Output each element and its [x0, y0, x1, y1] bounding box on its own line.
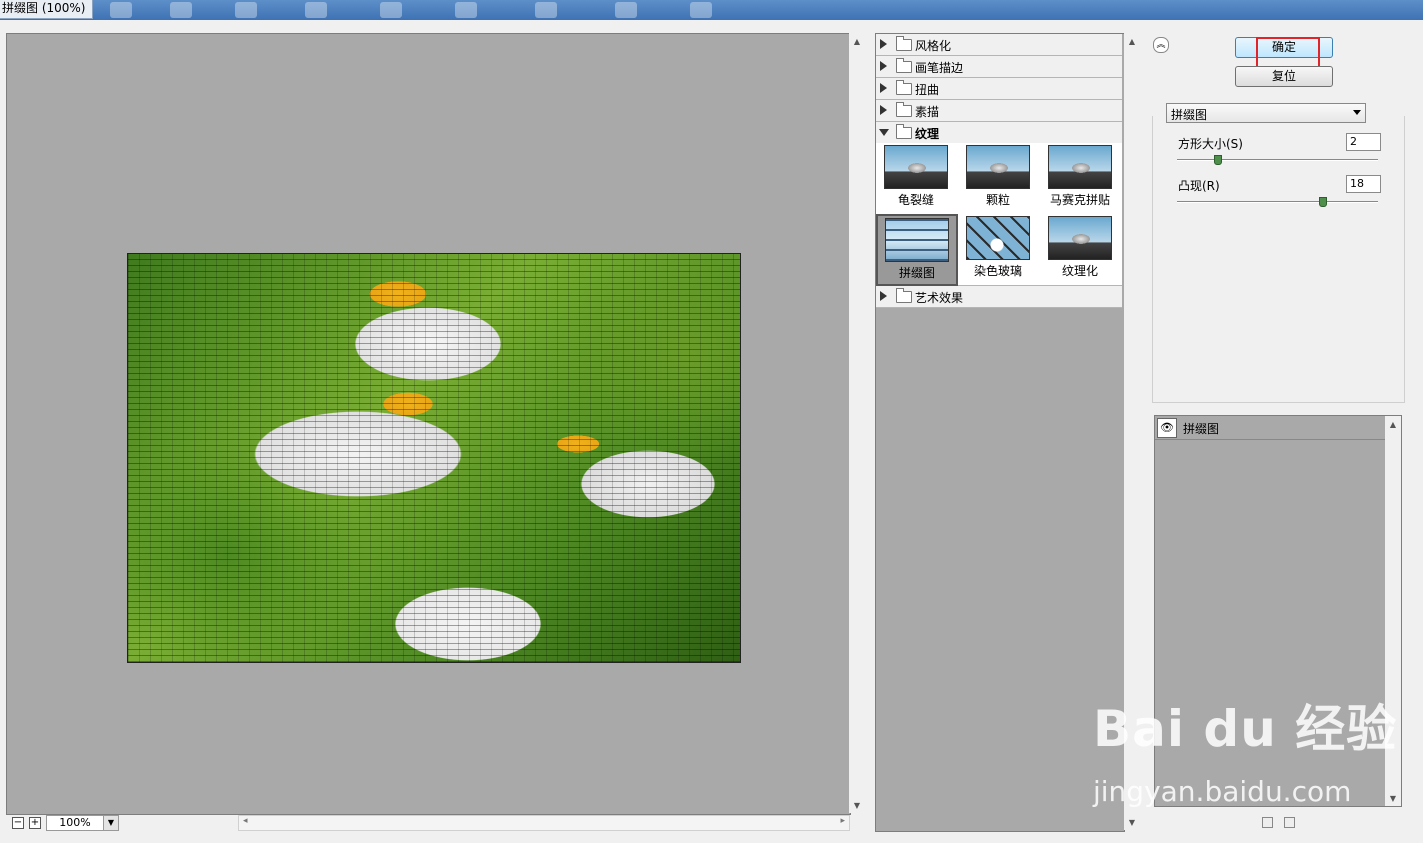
- eye-icon[interactable]: 👁: [1157, 418, 1177, 438]
- scroll-right-arrow-icon[interactable]: ▸: [840, 816, 845, 826]
- square-size-label: 方形大小(S): [1178, 137, 1243, 151]
- filter-thumb-patchwork[interactable]: 拼缀图: [876, 214, 958, 286]
- taskbar-icon[interactable]: [690, 2, 712, 18]
- title-bar: 拼缀图 (100%): [0, 0, 1423, 20]
- zoom-out-button[interactable]: −: [12, 817, 24, 829]
- collapse-arrow-icon[interactable]: [879, 129, 889, 136]
- category-label: 风格化: [915, 39, 952, 53]
- filter-thumbnail-image: [966, 145, 1030, 189]
- window-title: 拼缀图 (100%): [0, 0, 93, 19]
- folder-icon: [896, 288, 912, 303]
- folder-icon: [896, 102, 912, 117]
- collapse-gallery-button[interactable]: ︽: [1153, 37, 1169, 53]
- zoom-bar: − + 100% ▼ ◂ ▸: [6, 815, 850, 831]
- taskbar-icon[interactable]: [615, 2, 637, 18]
- filter-thumb-label: 纹理化: [1061, 264, 1098, 278]
- filter-thumb-craquelure[interactable]: 龟裂缝: [884, 145, 948, 208]
- zoom-dropdown-icon[interactable]: ▼: [103, 815, 119, 831]
- taskbar-icon[interactable]: [110, 2, 132, 18]
- preview-image: [127, 253, 741, 663]
- expand-arrow-icon[interactable]: [880, 105, 887, 115]
- new-effect-layer-icon[interactable]: [1262, 817, 1273, 828]
- square-size-slider-handle[interactable]: [1214, 155, 1223, 165]
- filter-thumb-grain[interactable]: 颗粒: [966, 145, 1030, 208]
- filter-thumb-stained-glass[interactable]: 染色玻璃: [966, 216, 1030, 279]
- expand-arrow-icon[interactable]: [880, 61, 887, 71]
- relief-slider-handle[interactable]: [1318, 197, 1327, 207]
- taskbar-icon[interactable]: [235, 2, 257, 18]
- taskbar-icon[interactable]: [535, 2, 557, 18]
- preview-area[interactable]: [6, 33, 851, 815]
- preview-vertical-scrollbar[interactable]: ▲ ▼: [849, 33, 865, 813]
- category-label: 画笔描边: [915, 61, 964, 75]
- filter-thumbnail-image: [884, 145, 948, 189]
- effect-layers-panel: 👁 拼缀图 ▲ ▼ Bai du 经验 jingyan.baidu.com: [1093, 415, 1402, 808]
- folder-open-icon: [896, 124, 912, 139]
- trash-icon[interactable]: [1284, 817, 1295, 828]
- filter-gallery: 风格化 画笔描边 扭曲 素描 纹理 龟裂缝 颗粒 马赛克拼贴 拼缀图 染色玻璃 …: [875, 33, 1125, 832]
- expand-arrow-icon[interactable]: [880, 291, 887, 301]
- category-stylize[interactable]: 风格化: [876, 34, 1122, 56]
- scroll-up-arrow-icon[interactable]: ▲: [1124, 37, 1140, 46]
- filter-thumb-label: 染色玻璃: [973, 264, 1022, 278]
- scroll-down-arrow-icon[interactable]: ▼: [849, 801, 865, 810]
- category-brush-strokes[interactable]: 画笔描边: [876, 56, 1122, 78]
- watermark-url: jingyan.baidu.com: [1093, 775, 1352, 808]
- reset-button[interactable]: 复位: [1235, 66, 1333, 87]
- taskbar-icon[interactable]: [455, 2, 477, 18]
- category-texture[interactable]: 纹理: [876, 122, 1122, 144]
- expand-arrow-icon[interactable]: [880, 39, 887, 49]
- filter-select-value: 拼缀图: [1171, 108, 1208, 122]
- category-sketch[interactable]: 素描: [876, 100, 1122, 122]
- square-size-slider[interactable]: [1177, 159, 1378, 161]
- filter-thumb-label: 拼缀图: [898, 266, 935, 280]
- highlight-box: [1256, 37, 1320, 69]
- filter-thumbnail-image: [885, 218, 949, 262]
- preview-horizontal-scrollbar[interactable]: ◂ ▸: [238, 815, 850, 831]
- effect-layer-name: 拼缀图: [1183, 422, 1220, 436]
- filter-thumb-label: 马赛克拼贴: [1049, 193, 1110, 207]
- filter-select[interactable]: 拼缀图: [1166, 103, 1366, 123]
- scroll-down-arrow-icon[interactable]: ▼: [1385, 794, 1401, 803]
- taskbar-icon[interactable]: [305, 2, 327, 18]
- filter-thumbnail-image: [1048, 216, 1112, 260]
- filter-thumb-label: 颗粒: [985, 193, 1010, 207]
- filter-thumbnail-image: [966, 216, 1030, 260]
- category-artistic[interactable]: 艺术效果: [876, 286, 1122, 308]
- filter-thumbnail-image: [1048, 145, 1112, 189]
- category-label: 艺术效果: [915, 291, 964, 305]
- category-distort[interactable]: 扭曲: [876, 78, 1122, 100]
- filter-thumb-mosaic-tiles[interactable]: 马赛克拼贴: [1048, 145, 1112, 208]
- scroll-left-arrow-icon[interactable]: ◂: [243, 816, 248, 826]
- scroll-up-arrow-icon[interactable]: ▲: [1385, 420, 1401, 429]
- effect-layer-row[interactable]: 👁 拼缀图: [1155, 416, 1385, 440]
- taskbar-icon[interactable]: [170, 2, 192, 18]
- texture-filter-thumbnails: 龟裂缝 颗粒 马赛克拼贴 拼缀图 染色玻璃 纹理化: [876, 143, 1122, 286]
- category-label: 素描: [915, 105, 940, 119]
- zoom-in-button[interactable]: +: [29, 817, 41, 829]
- folder-icon: [896, 80, 912, 95]
- folder-icon: [896, 36, 912, 51]
- filter-thumb-label: 龟裂缝: [897, 193, 934, 207]
- folder-icon: [896, 58, 912, 73]
- category-label: 扭曲: [915, 83, 940, 97]
- category-label: 纹理: [915, 127, 940, 141]
- filter-thumb-texturizer[interactable]: 纹理化: [1048, 216, 1112, 279]
- scroll-down-arrow-icon[interactable]: ▼: [1124, 818, 1140, 827]
- watermark: Bai du 经验 jingyan.baidu.com: [1093, 689, 1398, 808]
- relief-slider[interactable]: [1177, 201, 1378, 203]
- square-size-input[interactable]: 2: [1346, 133, 1381, 151]
- relief-label: 凸现(R): [1178, 179, 1220, 193]
- chevron-down-icon: [1353, 110, 1361, 115]
- relief-input[interactable]: 18: [1346, 175, 1381, 193]
- zoom-level-field[interactable]: 100%: [46, 815, 104, 831]
- watermark-brand: Bai du 经验: [1093, 700, 1398, 758]
- scroll-up-arrow-icon[interactable]: ▲: [849, 37, 865, 46]
- expand-arrow-icon[interactable]: [880, 83, 887, 93]
- taskbar-icon[interactable]: [380, 2, 402, 18]
